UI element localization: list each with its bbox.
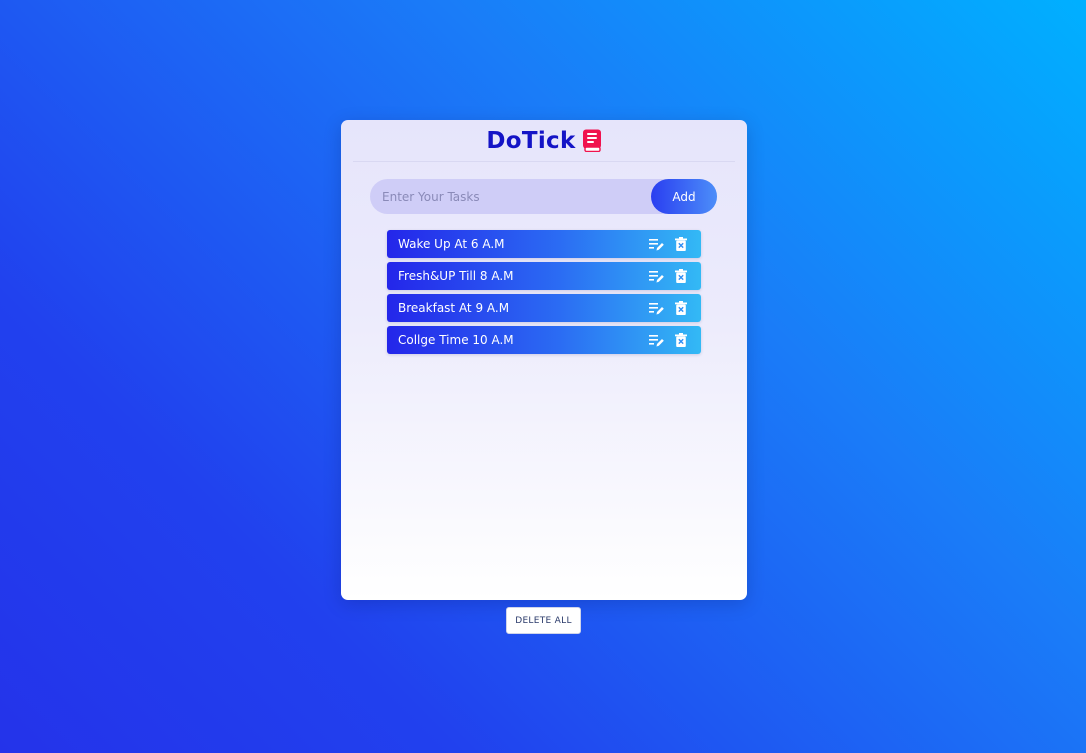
book-icon (582, 129, 602, 153)
trash-icon[interactable] (673, 268, 689, 284)
task-input[interactable] (370, 179, 651, 214)
task-text: Collge Time 10 A.M (398, 333, 514, 347)
task-item[interactable]: Wake Up At 6 A.M (387, 230, 701, 258)
task-text: Fresh&UP Till 8 A.M (398, 269, 514, 283)
task-item[interactable]: Collge Time 10 A.M (387, 326, 701, 354)
task-text: Wake Up At 6 A.M (398, 237, 505, 251)
delete-all-button[interactable]: DELETE ALL (506, 607, 581, 634)
edit-icon[interactable] (648, 332, 664, 348)
edit-icon[interactable] (648, 236, 664, 252)
edit-icon[interactable] (648, 300, 664, 316)
trash-icon[interactable] (673, 300, 689, 316)
app-header: DoTick (353, 120, 735, 162)
add-button[interactable]: Add (651, 179, 717, 214)
task-item[interactable]: Breakfast At 9 A.M (387, 294, 701, 322)
app-title: DoTick (486, 127, 576, 154)
edit-icon[interactable] (648, 268, 664, 284)
task-list: Wake Up At 6 A.M Fresh&UP Till 8 A.M Bre… (387, 230, 701, 358)
task-item[interactable]: Fresh&UP Till 8 A.M (387, 262, 701, 290)
task-text: Breakfast At 9 A.M (398, 301, 510, 315)
todo-card: DoTick Add Wake Up At 6 A.M Fresh&U (341, 120, 747, 600)
task-input-row: Add (370, 179, 717, 214)
trash-icon[interactable] (673, 236, 689, 252)
trash-icon[interactable] (673, 332, 689, 348)
